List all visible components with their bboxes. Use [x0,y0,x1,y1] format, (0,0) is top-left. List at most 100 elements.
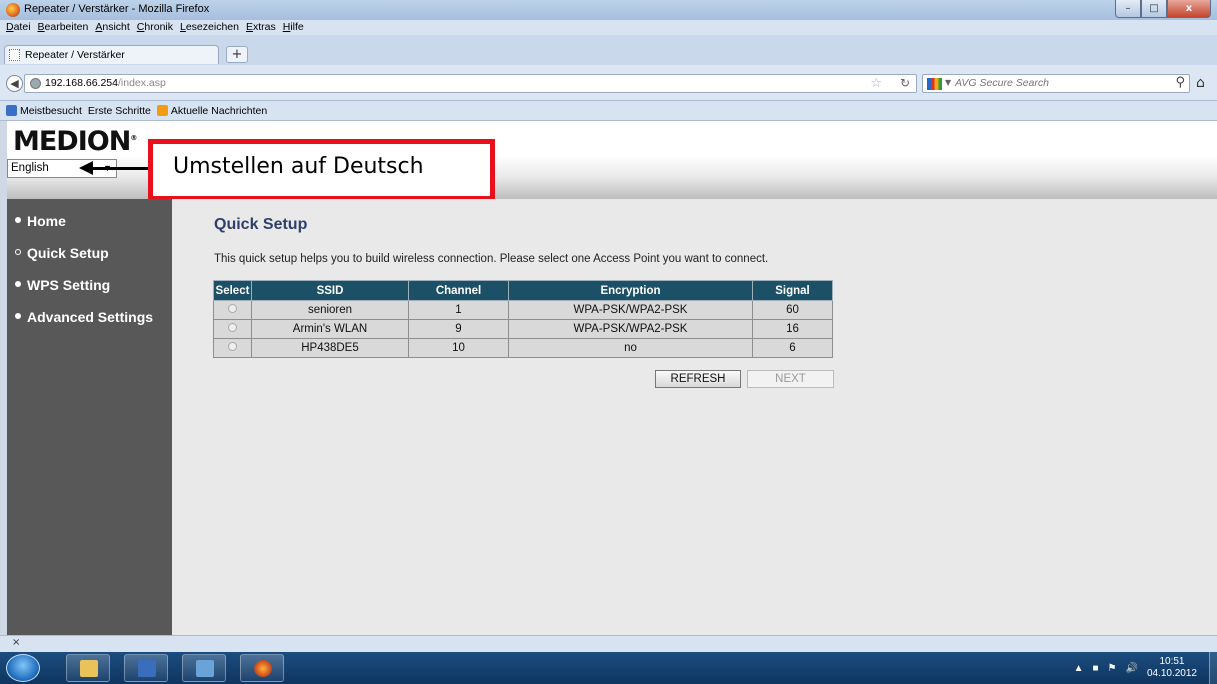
clock-date: 04.10.2012 [1146,668,1197,679]
signal-cell: 16 [752,319,833,339]
annotation-callout: Umstellen auf Deutsch [148,139,495,201]
bookmark-aktuelle-nachrichten[interactable]: Aktuelle Nachrichten [156,105,267,117]
nav-label: Quick Setup [27,245,109,261]
channel-cell: 10 [408,338,509,358]
search-engine-dropdown-icon[interactable]: ▼ [945,78,951,87]
logo-text: MEDION [13,126,131,157]
menu-hilfe[interactable]: Hilfe [283,20,304,35]
menu-lesezeichen[interactable]: Lesezeichen [180,20,239,35]
sidebar-nav: Home Quick Setup WPS Setting Advanced Se… [7,199,172,635]
bookmark-label: Erste Schritte [87,104,151,117]
firefox-taskbar-button[interactable] [240,654,284,682]
menu-datei[interactable]: Datei [6,20,31,35]
nav-label: WPS Setting [27,277,111,293]
maximize-button[interactable]: □ [1141,0,1167,18]
new-tab-button[interactable]: + [226,46,248,63]
menu-extras[interactable]: Extras [246,20,276,35]
main-content: Quick Setup This quick setup helps you t… [172,199,1217,635]
table-row[interactable]: senioren 1 WPA-PSK/WPA2-PSK 60 [213,300,833,320]
refresh-button[interactable]: REFRESH [655,370,741,388]
ssid-cell: Armin's WLAN [251,319,409,339]
select-cell [213,300,252,320]
bookmark-label: Meistbesucht [20,104,82,117]
column-header: SSID [251,280,409,301]
volume-icon[interactable]: 🔊 [1125,663,1137,674]
column-header: Channel [408,280,509,301]
firefox-icon [254,660,272,677]
word-icon [138,660,156,677]
tab-label: Repeater / Verstärker [25,49,125,61]
show-hidden-icons-icon[interactable]: ▲ [1074,663,1084,674]
tab-bar: Repeater / Verstärker + [0,35,1217,65]
home-icon[interactable]: ⌂ [1196,75,1205,91]
encryption-cell: WPA-PSK/WPA2-PSK [508,300,753,320]
bookmark-star-icon[interactable]: ☆ [870,76,882,91]
select-radio[interactable] [228,304,237,313]
table-row[interactable]: Armin's WLAN 9 WPA-PSK/WPA2-PSK 16 [213,319,833,339]
navigation-bar: ◀ 192.168.66.254/index.asp ☆ ↻ ▼ AVG Sec… [0,65,1217,101]
signal-cell: 6 [752,338,833,358]
control-panel-icon [196,660,214,677]
url-path: /index.asp [118,77,166,89]
nav-item-advanced-settings[interactable]: Advanced Settings [15,309,153,325]
bullet-icon [15,281,21,288]
registered-mark: ® [130,134,137,142]
word-taskbar-button[interactable] [124,654,168,682]
column-header: Encryption [508,280,753,301]
page-header: MEDION® English ▼ Umstellen auf Deutsch [7,121,1217,201]
channel-cell: 1 [408,300,509,320]
reload-icon[interactable]: ↻ [900,76,910,90]
flag-icon[interactable]: ⚑ [1108,663,1117,674]
url-host: 192.168.66.254 [45,77,118,89]
nav-item-wps-setting[interactable]: WPS Setting [15,277,110,293]
nav-label: Advanced Settings [27,309,154,325]
system-tray: ▲ ■ ⚑ 🔊 10:51 04.10.2012 [1074,652,1197,684]
folder-icon [80,660,98,677]
window-titlebar: Repeater / Verstärker - Mozilla Firefox … [0,0,1217,20]
web-page: MEDION® English ▼ Umstellen auf Deutsch … [7,121,1217,635]
close-button[interactable]: x [1167,0,1211,18]
tab-repeater[interactable]: Repeater / Verstärker [4,45,219,64]
nav-item-home[interactable]: Home [15,213,66,229]
url-bar[interactable]: 192.168.66.254/index.asp ☆ ↻ [24,74,917,93]
select-radio[interactable] [228,342,237,351]
network-icon[interactable]: ■ [1092,663,1098,674]
menu-bearbeiten[interactable]: Bearbeiten [38,20,89,35]
control-panel-taskbar-button[interactable] [182,654,226,682]
menu-bar: Datei Bearbeiten Ansicht Chronik Lesezei… [0,20,1217,35]
clock[interactable]: 10:51 04.10.2012 [1147,656,1197,680]
show-desktop-button[interactable] [1209,652,1217,684]
firefox-icon [6,3,20,17]
bookmark-meistbesucht[interactable]: Meistbesucht [6,105,82,117]
menu-chronik[interactable]: Chronik [137,20,173,35]
back-button[interactable]: ◀ [6,75,23,92]
page-description: This quick setup helps you to build wire… [214,253,769,265]
ssid-cell: senioren [251,300,409,320]
close-find-bar-icon[interactable]: × [12,637,20,648]
page-icon [9,49,20,61]
rss-icon [156,105,168,116]
select-cell [213,338,252,358]
signal-cell: 60 [752,300,833,320]
explorer-taskbar-button[interactable] [66,654,110,682]
menu-ansicht[interactable]: Ansicht [95,20,129,35]
select-radio[interactable] [228,323,237,332]
site-identity-icon[interactable] [30,78,41,89]
avg-logo-icon[interactable] [927,78,942,90]
bullet-icon [15,313,21,320]
table-header-row: Select SSID Channel Encryption Signal [213,280,833,301]
search-icon[interactable]: ⚲ [1175,75,1185,90]
start-button[interactable] [6,654,40,682]
minimize-button[interactable]: – [1115,0,1141,18]
nav-item-quick-setup[interactable]: Quick Setup [15,245,109,261]
url-text: 192.168.66.254/index.asp [45,77,166,89]
table-row[interactable]: HP438DE5 10 no 6 [213,338,833,358]
channel-cell: 9 [408,319,509,339]
access-point-table: Select SSID Channel Encryption Signal se… [213,280,833,358]
bookmark-erste-schritte[interactable]: Erste Schritte [7,104,151,233]
window-controls: – □ x [1115,0,1211,18]
next-button[interactable]: NEXT [747,370,834,388]
search-bar[interactable]: ▼ AVG Secure Search ⚲ [922,74,1190,93]
bullet-icon [15,217,21,224]
encryption-cell: WPA-PSK/WPA2-PSK [508,319,753,339]
